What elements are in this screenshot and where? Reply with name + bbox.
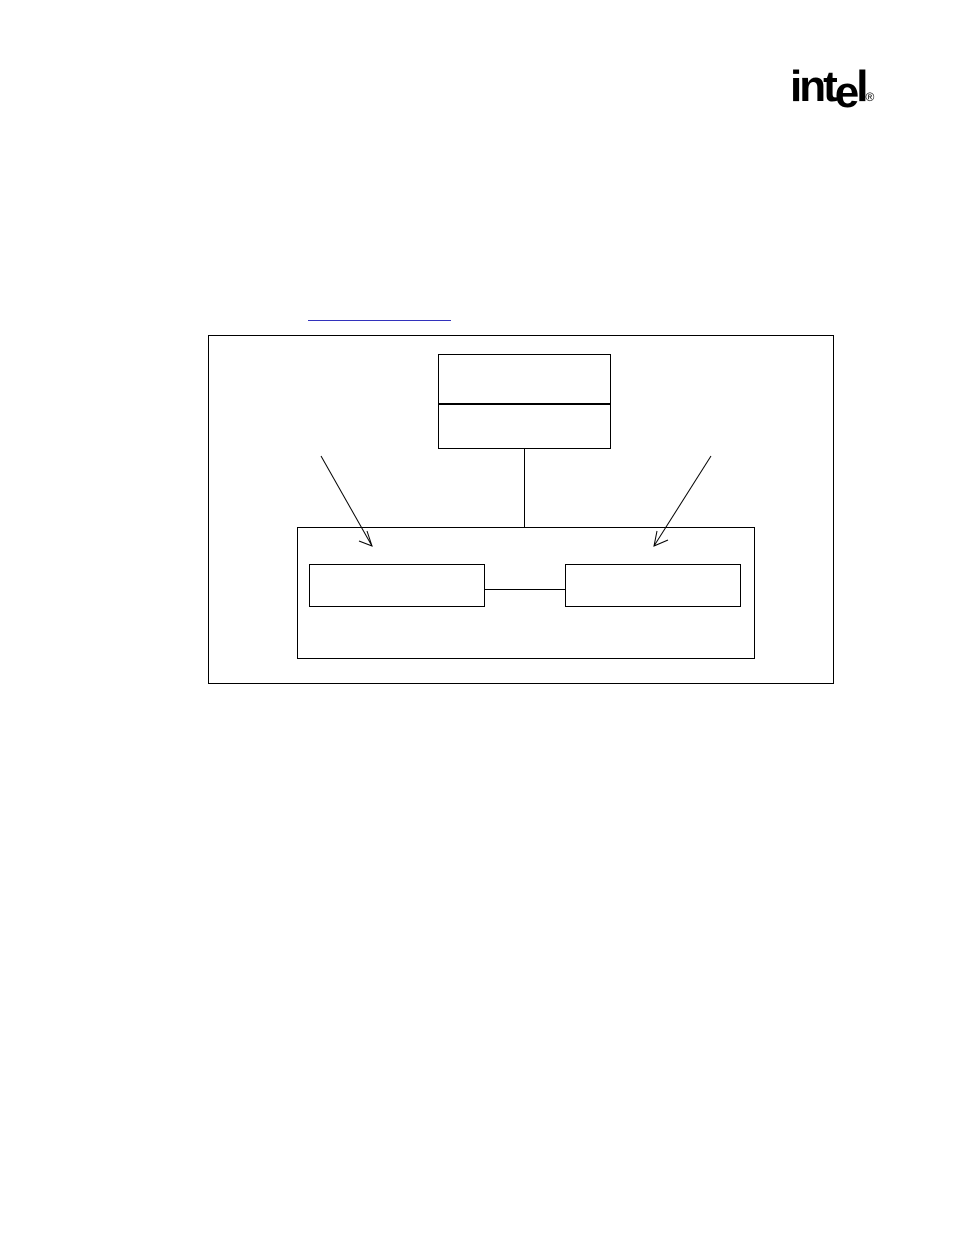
logo-reg: ® [865, 90, 874, 104]
right-arrow [631, 456, 731, 576]
diagram-outer [208, 335, 834, 684]
top-box-lower [438, 404, 611, 449]
logo-int: int [790, 62, 835, 111]
link-underline [308, 320, 451, 321]
intel-logo: intel® [790, 62, 874, 112]
left-arrow [311, 456, 391, 576]
horizontal-connector [485, 589, 565, 590]
logo-e: e [835, 68, 856, 117]
top-box [438, 354, 611, 404]
